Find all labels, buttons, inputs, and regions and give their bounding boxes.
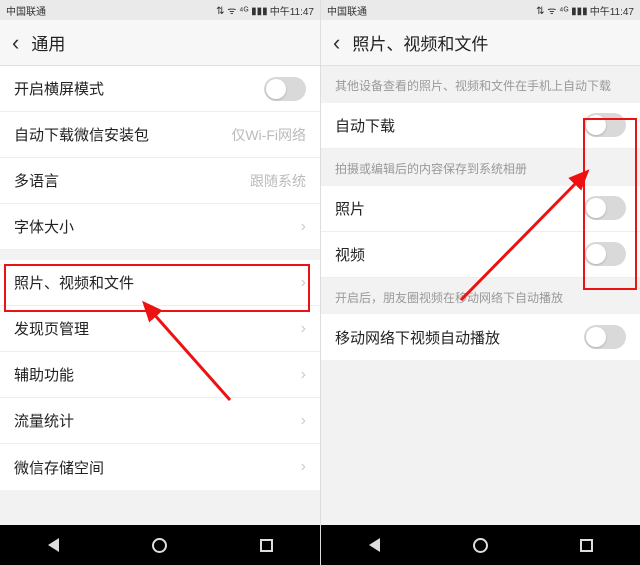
- android-navbar: [321, 525, 640, 565]
- header: ‹ 照片、视频和文件: [321, 20, 640, 66]
- nav-recent-icon[interactable]: [567, 525, 607, 565]
- row-value: 跟随系统: [250, 171, 306, 191]
- header: ‹ 通用: [0, 20, 320, 66]
- row-font-size[interactable]: 字体大小 ›: [0, 204, 320, 250]
- row-label: 移动网络下视频自动播放: [335, 327, 500, 348]
- row-label: 微信存储空间: [14, 457, 104, 478]
- row-label: 视频: [335, 244, 365, 265]
- status-icons: ⇅ ᯤ ⁴ᴳ ▮▮▮: [536, 3, 588, 17]
- status-right: ⇅ ᯤ ⁴ᴳ ▮▮▮ 中午11:47: [536, 3, 634, 18]
- row-label: 多语言: [14, 170, 59, 191]
- row-videos[interactable]: 视频: [321, 232, 640, 278]
- back-icon[interactable]: ‹: [333, 32, 340, 54]
- chevron-right-icon: ›: [301, 218, 306, 236]
- status-time: 中午11:47: [590, 3, 634, 18]
- row-photos[interactable]: 照片: [321, 186, 640, 232]
- chevron-right-icon: ›: [301, 274, 306, 292]
- row-storage[interactable]: 微信存储空间 ›: [0, 444, 320, 490]
- status-icons: ⇅ ᯤ ⁴ᴳ ▮▮▮: [216, 3, 268, 17]
- row-label: 流量统计: [14, 410, 74, 431]
- content-area: 其他设备查看的照片、视频和文件在手机上自动下载 自动下载 拍摄或编辑后的内容保存…: [321, 66, 640, 525]
- row-label: 自动下载微信安装包: [14, 124, 149, 145]
- toggle-icon[interactable]: [584, 325, 626, 349]
- section-note: 拍摄或编辑后的内容保存到系统相册: [321, 149, 640, 186]
- value-text: 仅Wi-Fi网络: [231, 125, 306, 145]
- row-value: 仅Wi-Fi网络: [231, 125, 306, 145]
- row-label: 发现页管理: [14, 318, 89, 339]
- nav-back-icon[interactable]: [354, 525, 394, 565]
- content-area: 开启横屏模式 自动下载微信安装包 仅Wi-Fi网络 多语言 跟随系统 字体大小 …: [0, 66, 320, 525]
- row-label: 字体大小: [14, 216, 74, 237]
- row-mobile-autoplay[interactable]: 移动网络下视频自动播放: [321, 314, 640, 360]
- toggle-icon[interactable]: [584, 113, 626, 137]
- row-label: 照片、视频和文件: [14, 272, 134, 293]
- section-note: 开启后，朋友圈视频在移动网络下自动播放: [321, 278, 640, 315]
- chevron-right-icon: ›: [301, 366, 306, 384]
- status-carrier: 中国联通: [327, 3, 367, 18]
- toggle-icon[interactable]: [584, 196, 626, 220]
- status-time: 中午11:47: [270, 3, 314, 18]
- phone-screen-photos: 中国联通 ⇅ ᯤ ⁴ᴳ ▮▮▮ 中午11:47 ‹ 照片、视频和文件 其他设备查…: [320, 0, 640, 565]
- nav-recent-icon[interactable]: [247, 525, 287, 565]
- nav-home-icon[interactable]: [460, 525, 500, 565]
- toggle-icon[interactable]: [264, 77, 306, 101]
- row-auto-download[interactable]: 自动下载: [321, 103, 640, 149]
- row-label: 照片: [335, 198, 365, 219]
- android-navbar: [0, 525, 320, 565]
- row-photos-videos-files[interactable]: 照片、视频和文件 ›: [0, 260, 320, 306]
- row-data-usage[interactable]: 流量统计 ›: [0, 398, 320, 444]
- status-carrier: 中国联通: [6, 3, 46, 18]
- status-right: ⇅ ᯤ ⁴ᴳ ▮▮▮ 中午11:47: [216, 3, 314, 18]
- status-bar: 中国联通 ⇅ ᯤ ⁴ᴳ ▮▮▮ 中午11:47: [321, 0, 640, 20]
- row-landscape-mode[interactable]: 开启横屏模式: [0, 66, 320, 112]
- row-language[interactable]: 多语言 跟随系统: [0, 158, 320, 204]
- toggle-icon[interactable]: [584, 242, 626, 266]
- status-bar: 中国联通 ⇅ ᯤ ⁴ᴳ ▮▮▮ 中午11:47: [0, 0, 320, 20]
- phone-screen-general: 中国联通 ⇅ ᯤ ⁴ᴳ ▮▮▮ 中午11:47 ‹ 通用 开启横屏模式 自动下载…: [0, 0, 320, 565]
- section-note: 其他设备查看的照片、视频和文件在手机上自动下载: [321, 66, 640, 103]
- row-auto-download-wechat[interactable]: 自动下载微信安装包 仅Wi-Fi网络: [0, 112, 320, 158]
- row-accessibility[interactable]: 辅助功能 ›: [0, 352, 320, 398]
- chevron-right-icon: ›: [301, 458, 306, 476]
- nav-home-icon[interactable]: [140, 525, 180, 565]
- row-label: 辅助功能: [14, 364, 74, 385]
- back-icon[interactable]: ‹: [12, 32, 19, 54]
- row-discover-manage[interactable]: 发现页管理 ›: [0, 306, 320, 352]
- value-text: 跟随系统: [250, 171, 306, 191]
- chevron-right-icon: ›: [301, 320, 306, 338]
- chevron-right-icon: ›: [301, 412, 306, 430]
- row-label: 开启横屏模式: [14, 78, 104, 99]
- page-title: 照片、视频和文件: [352, 30, 488, 55]
- page-title: 通用: [31, 30, 65, 55]
- row-label: 自动下载: [335, 115, 395, 136]
- nav-back-icon[interactable]: [33, 525, 73, 565]
